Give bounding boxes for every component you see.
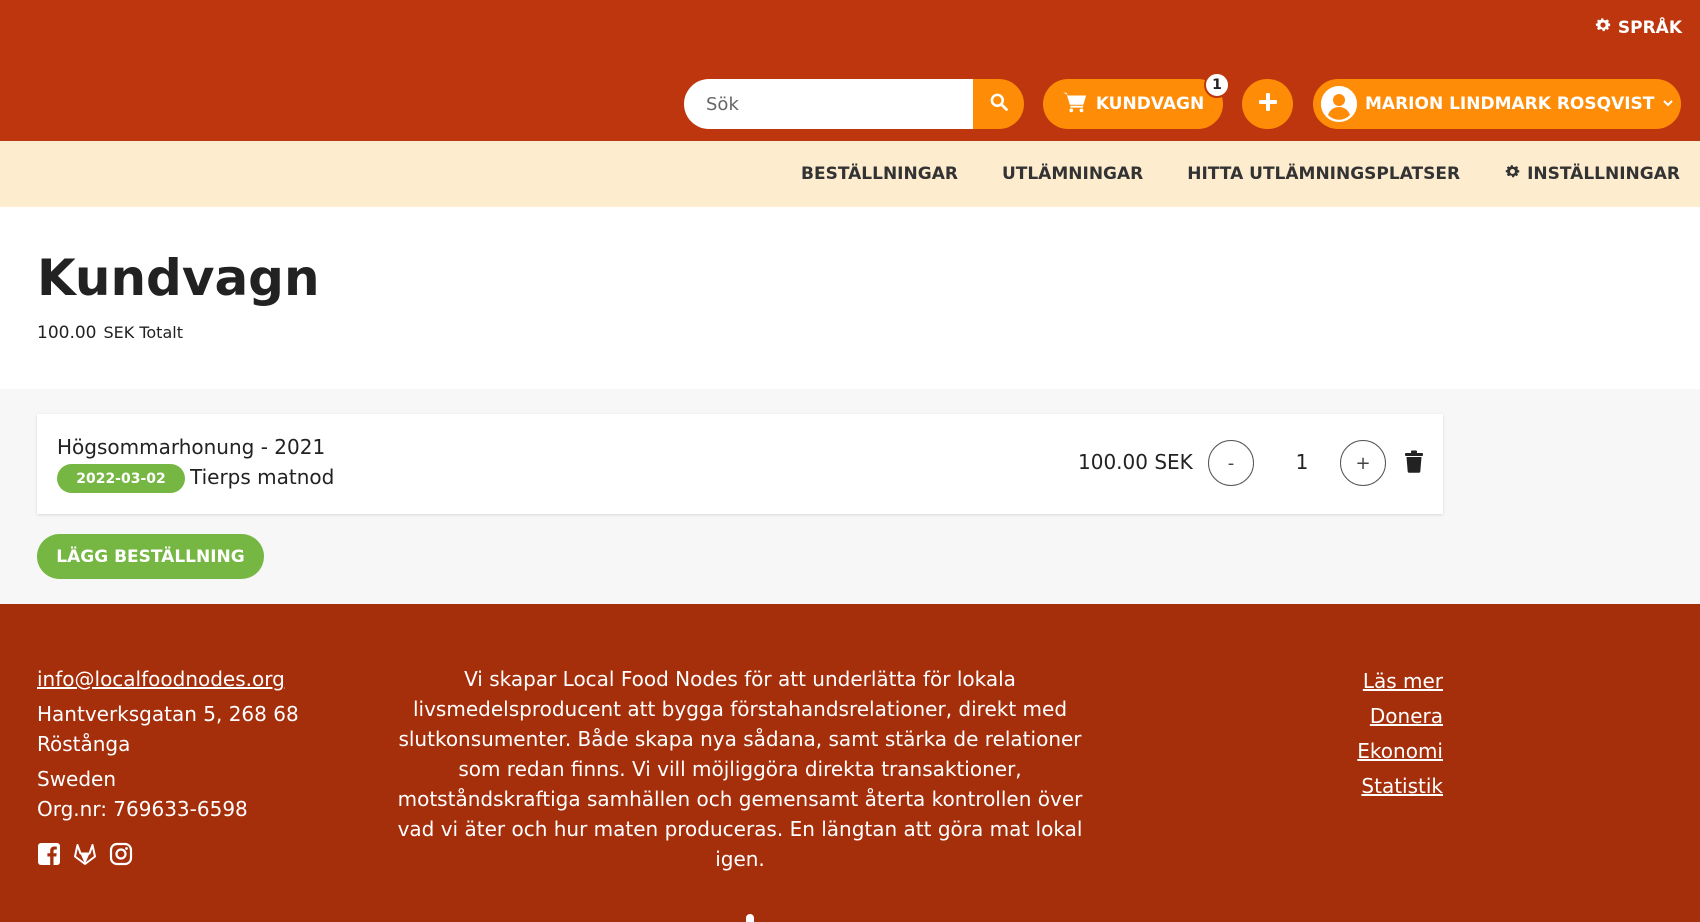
footer-contact: info@localfoodnodes.org Hantverksgatan 5… bbox=[37, 664, 299, 824]
nav-item-deliveries[interactable]: UTLÄMNINGAR bbox=[1002, 164, 1143, 184]
instagram-icon[interactable] bbox=[109, 842, 133, 866]
product-name[interactable]: Högsommarhonung - 2021 bbox=[57, 435, 325, 459]
cart-button[interactable]: KUNDVAGN bbox=[1043, 79, 1223, 129]
donate-link[interactable]: Donera bbox=[1357, 699, 1443, 734]
address-line-2: Röstånga bbox=[37, 732, 131, 756]
country: Sweden bbox=[37, 767, 117, 791]
search-icon bbox=[989, 92, 1009, 116]
gear-icon bbox=[1504, 163, 1521, 185]
add-button[interactable] bbox=[1242, 79, 1293, 129]
address-line-1: Hantverksgatan 5, 268 68 bbox=[37, 702, 299, 726]
quantity-value: 1 bbox=[1295, 450, 1309, 474]
delete-item-button[interactable] bbox=[1404, 450, 1428, 474]
footer-links: Läs mer Donera Ekonomi Statistik bbox=[1357, 664, 1443, 804]
facebook-icon[interactable] bbox=[37, 842, 61, 866]
avatar bbox=[1321, 86, 1357, 122]
nav-item-find-pickup[interactable]: HITTA UTLÄMNINGSPLATSER bbox=[1187, 164, 1460, 184]
nav-item-label: UTLÄMNINGAR bbox=[1001, 164, 1144, 184]
increase-quantity-button[interactable]: + bbox=[1340, 440, 1386, 486]
cart-count-badge: 1 bbox=[1204, 72, 1230, 98]
total-amount: 100.00 bbox=[37, 323, 97, 343]
user-name: MARION LINDMARK ROSQVIST bbox=[1365, 94, 1655, 114]
cart-icon bbox=[1062, 90, 1088, 119]
footer-about: Vi skapar Local Food Nodes för att under… bbox=[397, 667, 1083, 871]
date-badge: 2022-03-02 bbox=[57, 464, 185, 493]
nav-item-label: HITTA UTLÄMNINGSPLATSER bbox=[1187, 164, 1461, 184]
place-order-button[interactable]: LÄGG BESTÄLLNING bbox=[37, 534, 264, 579]
cart-item: Högsommarhonung - 2021 2022-03-02 Tierps… bbox=[37, 414, 1443, 514]
search-bar bbox=[684, 79, 1024, 129]
language-button[interactable]: SPRÅK bbox=[1594, 16, 1682, 39]
item-price: 100.00 SEK bbox=[1078, 450, 1193, 474]
email-link[interactable]: info@localfoodnodes.org bbox=[37, 664, 299, 694]
node-name: Tierps matnod bbox=[190, 465, 335, 489]
search-button[interactable] bbox=[973, 79, 1024, 129]
gitlab-icon[interactable] bbox=[73, 842, 97, 866]
statistics-link[interactable]: Statistik bbox=[1357, 769, 1443, 804]
gear-icon bbox=[1594, 16, 1612, 39]
org-number: Org.nr: 769633-6598 bbox=[37, 797, 248, 821]
read-more-link[interactable]: Läs mer bbox=[1357, 664, 1443, 699]
chevron-down-icon bbox=[1662, 94, 1674, 114]
nav-item-label: INSTÄLLNINGAR bbox=[1527, 164, 1680, 184]
cart-total: 100.00 SEK Totalt bbox=[37, 323, 183, 343]
nav-item-settings[interactable]: INSTÄLLNINGAR bbox=[1504, 163, 1680, 185]
language-label: SPRÅK bbox=[1617, 17, 1682, 38]
title-section: Kundvagn 100.00 SEK Totalt bbox=[0, 207, 1700, 389]
cart-section: Högsommarhonung - 2021 2022-03-02 Tierps… bbox=[0, 389, 1700, 604]
social-links bbox=[37, 842, 133, 866]
total-label: SEK Totalt bbox=[103, 323, 183, 342]
nav-item-label: BESTÄLLNINGAR bbox=[801, 164, 958, 184]
plus-icon bbox=[1256, 90, 1280, 118]
nav-item-orders[interactable]: BESTÄLLNINGAR bbox=[801, 164, 958, 184]
cart-label: KUNDVAGN bbox=[1095, 94, 1205, 114]
decrease-quantity-button[interactable]: - bbox=[1208, 440, 1254, 486]
user-menu-button[interactable]: MARION LINDMARK ROSQVIST bbox=[1313, 79, 1681, 129]
footer: info@localfoodnodes.org Hantverksgatan 5… bbox=[0, 604, 1700, 922]
trash-icon bbox=[1404, 450, 1424, 477]
page-title: Kundvagn bbox=[37, 249, 320, 307]
footer-logo bbox=[746, 914, 754, 922]
economy-link[interactable]: Ekonomi bbox=[1357, 734, 1443, 769]
top-header: SPRÅK KUNDVAGN 1 MARION LINDMARK ROSQVIS… bbox=[0, 0, 1700, 141]
main-nav: BESTÄLLNINGAR UTLÄMNINGAR HITTA UTLÄMNIN… bbox=[0, 141, 1700, 207]
search-input[interactable] bbox=[684, 79, 973, 129]
